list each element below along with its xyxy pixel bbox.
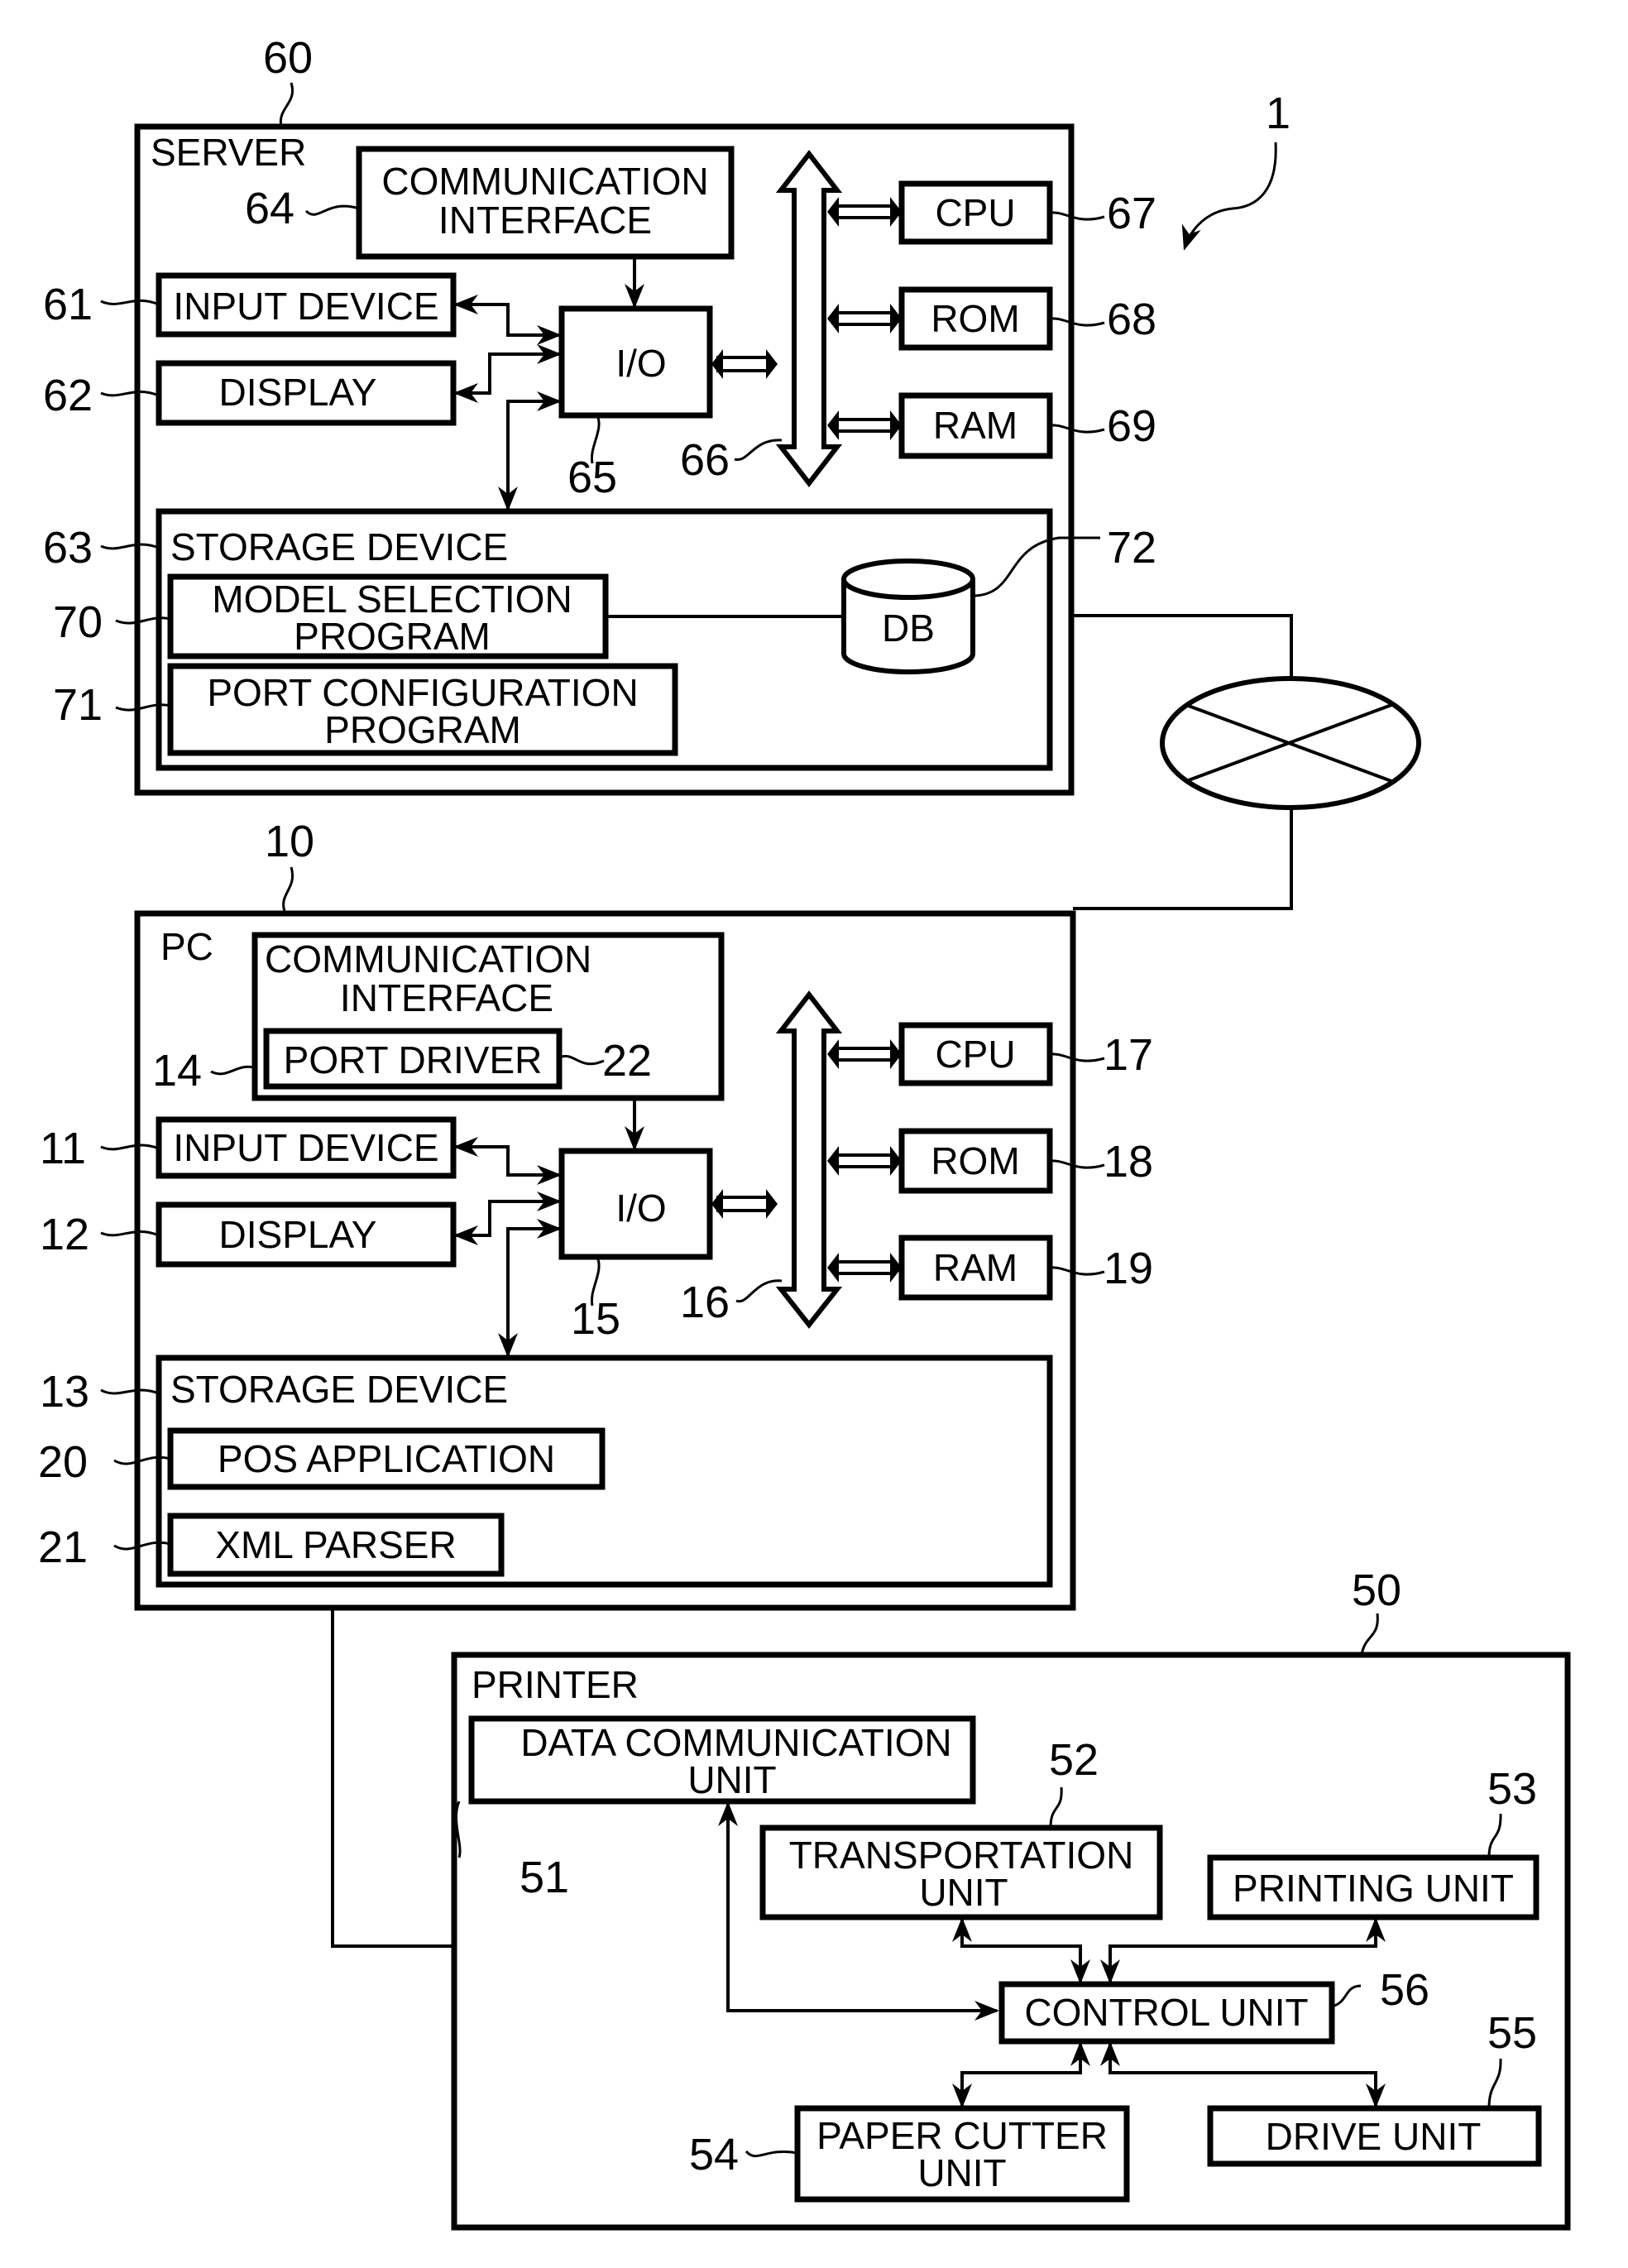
pc-ref-leader	[282, 866, 294, 914]
printer-paper-cutter-ref: 54	[689, 2130, 739, 2179]
pc-input-device-label: INPUT DEVICE	[173, 1126, 438, 1169]
server-ram-label: RAM	[933, 404, 1018, 447]
printer-data-comm-label-2: UNIT	[687, 1758, 776, 1801]
pc-ram-label: RAM	[933, 1246, 1018, 1289]
server-comm-interface-label-1: COMMUNICATION	[381, 160, 708, 203]
server-input-device-label: INPUT DEVICE	[173, 285, 438, 328]
pc-pos-app-ref: 20	[38, 1437, 88, 1487]
server-storage-label: STORAGE DEVICE	[170, 525, 508, 568]
pc-rom-ref: 18	[1104, 1137, 1153, 1187]
server-cpu-label: CPU	[935, 191, 1015, 234]
server-comm-interface-label-2: INTERFACE	[438, 199, 652, 242]
pc-port-driver-label: PORT DRIVER	[284, 1038, 543, 1081]
server-db-label: DB	[882, 607, 935, 650]
server-network-link	[1071, 614, 1293, 678]
printer-transport-ref: 52	[1049, 1735, 1099, 1785]
pc-storage-label: STORAGE DEVICE	[170, 1368, 508, 1411]
pc-ref: 10	[265, 817, 314, 866]
server-db-ref: 72	[1107, 523, 1156, 573]
printer-data-comm-ref: 51	[520, 1853, 569, 1902]
pc-cpu-label: CPU	[935, 1033, 1015, 1076]
printer-ref: 50	[1352, 1566, 1401, 1615]
figure-ref-number: 1	[1266, 89, 1290, 138]
server-ref-leader	[279, 82, 294, 127]
server-block: 60 SERVER COMMUNICATION INTERFACE 64 INP…	[43, 33, 1156, 796]
system-block-diagram: 1 60 SERVER COMMUNICATION INTERFACE 64 I…	[38, 33, 1571, 2231]
server-display-label: DISPLAY	[219, 371, 377, 414]
printer-printing-ref: 53	[1487, 1764, 1537, 1814]
printer-control-ref: 56	[1380, 1965, 1429, 2015]
pc-port-driver-ref: 22	[602, 1036, 652, 1086]
server-comm-interface-ref: 64	[245, 184, 294, 233]
server-rom-ref: 68	[1107, 295, 1156, 344]
server-storage-ref: 63	[43, 523, 93, 573]
printer-title: PRINTER	[472, 1663, 639, 1706]
printer-printing-label: PRINTING UNIT	[1233, 1867, 1514, 1910]
pc-storage-ref: 13	[40, 1367, 89, 1417]
server-ref: 60	[263, 33, 313, 83]
printer-block: 50 PRINTER DATA COMMUNICATION UNIT 51 TR…	[451, 1566, 1571, 2231]
printer-drive-label: DRIVE UNIT	[1266, 2115, 1482, 2158]
pc-io-label: I/O	[615, 1187, 666, 1230]
server-model-selection-label-2: PROGRAM	[294, 615, 491, 658]
server-title: SERVER	[151, 131, 306, 174]
pc-bus-ref: 16	[680, 1278, 730, 1327]
printer-ref-leader	[1360, 1613, 1379, 1656]
pc-comm-interface-label-1: COMMUNICATION	[265, 937, 591, 981]
pc-comm-interface-ref: 14	[152, 1046, 202, 1096]
server-io-label: I/O	[615, 342, 666, 385]
pc-display-label: DISPLAY	[219, 1213, 377, 1256]
server-bus-ref: 66	[680, 435, 730, 485]
server-input-device-ref: 61	[43, 280, 93, 329]
pc-block: 10 PC COMMUNICATION INTERFACE 14 PORT DR…	[38, 817, 1153, 1611]
pc-comm-interface-label-2: INTERFACE	[340, 976, 553, 1019]
pc-rom-label: ROM	[931, 1139, 1019, 1182]
pc-printer-link	[331, 1608, 453, 1948]
printer-drive-ref: 55	[1487, 2008, 1537, 2058]
server-port-config-label-2: PROGRAM	[324, 708, 521, 751]
printer-paper-cutter-label-2: UNIT	[917, 2151, 1006, 2194]
figure-ref-leader	[1181, 141, 1277, 251]
server-cpu-ref: 67	[1107, 189, 1156, 238]
server-display-ref: 62	[43, 371, 93, 420]
pc-display-ref: 12	[40, 1210, 89, 1259]
printer-transport-label-2: UNIT	[919, 1871, 1008, 1914]
pc-ram-ref: 19	[1104, 1244, 1153, 1293]
pc-io-ref: 15	[571, 1294, 620, 1344]
pc-xml-parser-label: XML PARSER	[215, 1523, 456, 1566]
pc-title: PC	[160, 925, 213, 968]
server-rom-label: ROM	[931, 297, 1019, 340]
pc-input-device-ref: 11	[40, 1124, 86, 1173]
network	[1071, 614, 1421, 910]
server-model-selection-ref: 70	[53, 597, 103, 647]
server-port-config-ref: 71	[53, 680, 103, 730]
pc-pos-app-label: POS APPLICATION	[218, 1437, 555, 1480]
printer-control-label: CONTROL UNIT	[1024, 1991, 1308, 2034]
pc-cpu-ref: 17	[1104, 1030, 1153, 1080]
network-pc-link	[1073, 808, 1293, 910]
figure-reference: 1	[1181, 89, 1290, 251]
server-ram-ref: 69	[1107, 401, 1156, 451]
pc-xml-parser-ref: 21	[38, 1522, 88, 1572]
